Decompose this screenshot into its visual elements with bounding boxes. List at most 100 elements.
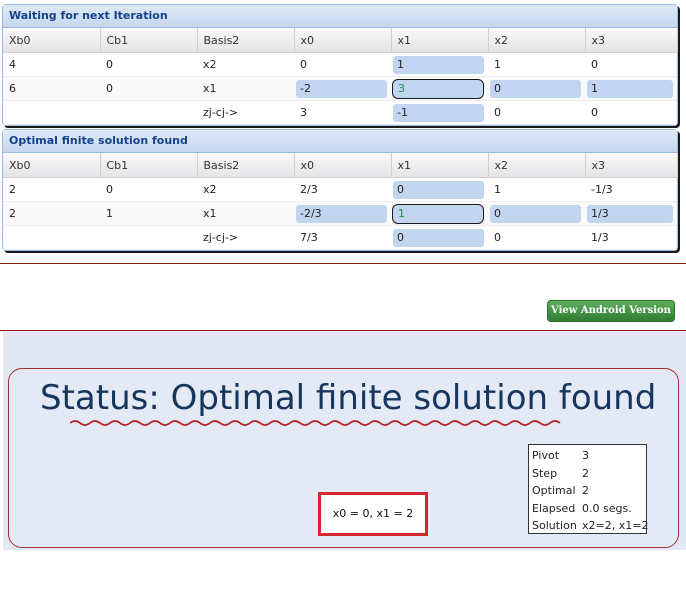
pivot-row-cell: 1/3 xyxy=(587,204,673,223)
table-cell: -2/3 xyxy=(294,201,391,226)
column-header[interactable]: x1 xyxy=(391,28,489,53)
pivot-row-cell: 0 xyxy=(490,79,581,98)
column-header[interactable]: Xb0 xyxy=(3,153,101,178)
table-cell: -1/3 xyxy=(585,177,677,202)
result-box: x0 = 0, x1 = 2 xyxy=(318,492,428,536)
table-row[interactable]: 2 1 x1 -2/3 1 0 1/3 xyxy=(3,201,677,226)
table-cell xyxy=(3,225,100,250)
info-value: 2 xyxy=(582,484,589,497)
table-row[interactable]: 2 0 x2 2/3 0 1 -1/3 xyxy=(3,177,677,202)
info-label: Pivot xyxy=(532,449,560,462)
table-row[interactable]: 4 0 x2 0 1 1 0 xyxy=(3,52,677,77)
table-row[interactable]: zj-cj-> 3 -1 0 0 xyxy=(3,100,677,125)
info-value: 0.0 segs. xyxy=(582,501,632,515)
table-cell: 2 xyxy=(3,177,100,202)
pivot-cell: 3 xyxy=(392,78,484,99)
table-cell: x1 xyxy=(197,201,294,226)
table-cell xyxy=(3,100,100,125)
column-header[interactable]: x3 xyxy=(585,153,678,178)
column-header[interactable]: Cb1 xyxy=(100,28,198,53)
table-cell: 0 xyxy=(100,76,197,101)
info-label: Optimal xyxy=(532,484,576,497)
pivot-column-cell: 1 xyxy=(393,55,484,74)
column-header[interactable]: x0 xyxy=(294,153,392,178)
table-cell: 2 xyxy=(3,201,100,226)
info-box: Pivot 3 Step 2 Optimal 2 Elapsed 0.0 segs. S… xyxy=(528,444,648,535)
column-header[interactable]: x0 xyxy=(294,28,392,53)
table-cell: 1 xyxy=(488,177,585,202)
spellcheck-underline xyxy=(70,420,561,426)
table-cell: 0 xyxy=(391,225,488,250)
table-cell: 1/3 xyxy=(585,201,677,226)
table-cell: zj-cj-> xyxy=(197,100,294,125)
table-cell: 6 xyxy=(3,76,100,101)
table-cell: 0 xyxy=(488,76,585,101)
pivot-column-cell: 0 xyxy=(393,228,484,247)
table-cell: x2 xyxy=(197,177,294,202)
table-cell: 0 xyxy=(100,177,197,202)
info-value: x2=2, x1=2 xyxy=(582,519,649,532)
table-cell: 1 xyxy=(391,201,488,226)
status-title: Status: Optimal finite solution found xyxy=(40,378,657,418)
table-cell: 1 xyxy=(585,76,677,101)
table-cell: 4 xyxy=(3,52,100,77)
info-row-elapsed: Elapsed 0.0 segs. xyxy=(532,500,643,518)
column-header[interactable]: Basis2 xyxy=(197,28,295,53)
table-cell: 0 xyxy=(488,100,585,125)
iteration-table: Xb0 Cb1 Basis2 x0 x1 x2 x3 4 0 x2 0 1 1 … xyxy=(3,28,678,125)
info-row-pivot: Pivot 3 xyxy=(532,447,643,465)
solution-panel: Optimal finite solution found Xb0 Cb1 Ba… xyxy=(2,129,678,251)
column-header[interactable]: x2 xyxy=(488,28,586,53)
table-cell xyxy=(100,100,197,125)
table-header-row: Xb0 Cb1 Basis2 x0 x1 x2 x3 xyxy=(3,153,678,178)
column-header[interactable]: Cb1 xyxy=(100,153,198,178)
table-cell: x2 xyxy=(197,52,294,77)
table-cell: 1/3 xyxy=(585,225,677,250)
table-cell: 1 xyxy=(391,52,488,77)
table-cell: 2/3 xyxy=(294,177,391,202)
solution-panel-title: Optimal finite solution found xyxy=(3,130,677,153)
table-cell: 0 xyxy=(585,100,677,125)
table-cell: 0 xyxy=(488,225,585,250)
table-cell: 0 xyxy=(391,177,488,202)
pivot-row-cell: -2 xyxy=(296,79,387,98)
bottom-divider xyxy=(0,330,686,331)
table-cell xyxy=(100,225,197,250)
pivot-row-cell: 1 xyxy=(587,79,673,98)
table-row[interactable]: 6 0 x1 -2 3 0 1 xyxy=(3,76,677,101)
table-cell: 0 xyxy=(100,52,197,77)
iteration-panel: Waiting for next Iteration Xb0 Cb1 Basis… xyxy=(2,4,678,126)
column-header[interactable]: x2 xyxy=(488,153,586,178)
table-cell: 0 xyxy=(585,52,677,77)
column-header[interactable]: Xb0 xyxy=(3,28,101,53)
table-cell: zj-cj-> xyxy=(197,225,294,250)
column-header[interactable]: x1 xyxy=(391,153,489,178)
table-cell: 3 xyxy=(294,100,391,125)
table-cell: x1 xyxy=(197,76,294,101)
table-header-row: Xb0 Cb1 Basis2 x0 x1 x2 x3 xyxy=(3,28,678,53)
info-row-solution: Solution x2=2, x1=2 xyxy=(532,517,648,535)
info-row-step: Step 2 xyxy=(532,465,643,483)
column-header[interactable]: x3 xyxy=(585,28,678,53)
top-divider xyxy=(0,263,686,264)
table-cell: 0 xyxy=(294,52,391,77)
table-cell: 0 xyxy=(488,201,585,226)
info-label: Elapsed xyxy=(532,501,576,515)
view-android-version-button[interactable]: View Android Version xyxy=(547,300,675,322)
info-label: Solution xyxy=(532,519,577,532)
table-cell: 1 xyxy=(100,201,197,226)
table-cell: -1 xyxy=(391,100,488,125)
info-row-optimal: Optimal 2 xyxy=(532,482,643,500)
pivot-row-cell: -2/3 xyxy=(296,204,387,223)
pivot-cell: 1 xyxy=(392,203,484,224)
column-header[interactable]: Basis2 xyxy=(197,153,295,178)
iteration-panel-title: Waiting for next Iteration xyxy=(3,5,677,28)
info-value: 3 xyxy=(582,449,589,462)
table-row[interactable]: zj-cj-> 7/3 0 0 1/3 xyxy=(3,225,677,250)
table-cell: 7/3 xyxy=(294,225,391,250)
table-cell: -2 xyxy=(294,76,391,101)
pivot-row-cell: 0 xyxy=(490,204,581,223)
info-label: Step xyxy=(532,466,558,480)
table-cell: 3 xyxy=(391,76,488,101)
pivot-column-cell: 0 xyxy=(393,180,484,199)
